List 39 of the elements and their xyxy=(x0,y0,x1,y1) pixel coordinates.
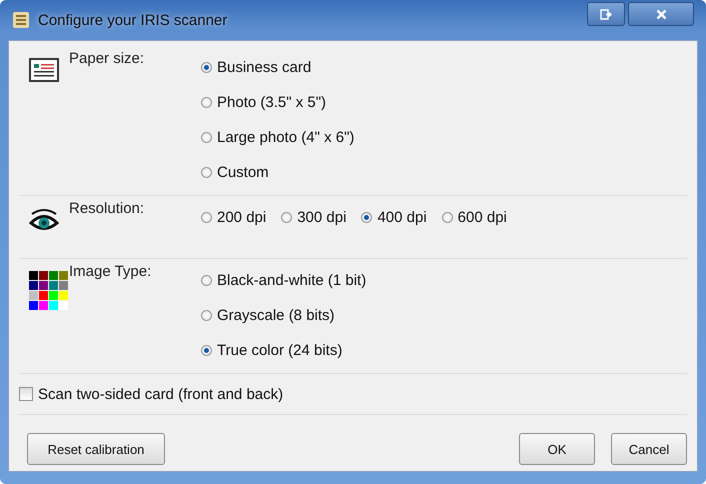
section-label: Image Type: xyxy=(69,262,152,280)
radio-button[interactable] xyxy=(201,132,212,143)
radio-button[interactable] xyxy=(201,212,212,223)
window-title: Configure your IRIS scanner xyxy=(38,12,228,28)
color-palette-icon xyxy=(29,271,69,311)
radio-label[interactable]: Large photo (4" x 6") xyxy=(217,129,354,146)
radio-button[interactable] xyxy=(201,97,212,108)
radio-button[interactable] xyxy=(281,212,292,223)
section-label: Paper size: xyxy=(69,49,144,67)
checkbox[interactable] xyxy=(19,387,33,401)
radio-label[interactable]: 400 dpi xyxy=(377,209,427,226)
radio-label[interactable]: True color (24 bits) xyxy=(217,342,342,359)
radio-label[interactable]: 300 dpi xyxy=(297,209,346,226)
radio-button[interactable] xyxy=(361,212,372,223)
radio-label[interactable]: Grayscale (8 bits) xyxy=(217,307,335,324)
radio-button[interactable] xyxy=(201,167,212,178)
radio-button[interactable] xyxy=(442,212,453,223)
exit-icon xyxy=(600,8,612,20)
radio-button[interactable] xyxy=(201,310,212,321)
business-card-icon xyxy=(29,58,59,82)
radio-label[interactable]: Business card xyxy=(217,59,312,76)
eye-icon xyxy=(29,208,59,232)
close-button[interactable] xyxy=(628,2,694,26)
radio-button[interactable] xyxy=(201,345,212,356)
checkbox-label[interactable]: Scan two-sided card (front and back) xyxy=(38,386,284,402)
radio-label[interactable]: 200 dpi xyxy=(217,209,266,226)
radio-label[interactable]: Photo (3.5" x 5") xyxy=(217,94,326,111)
scanner-app-icon xyxy=(12,11,30,29)
section-label: Resolution: xyxy=(69,199,144,217)
radio-label[interactable]: 600 dpi xyxy=(458,209,507,226)
radio-button[interactable] xyxy=(201,275,212,286)
restore-button[interactable] xyxy=(587,2,625,26)
close-icon xyxy=(656,8,666,20)
radio-button[interactable] xyxy=(201,62,212,73)
radio-label[interactable]: Black-and-white (1 bit) xyxy=(217,272,366,289)
cancel-button[interactable]: Cancel xyxy=(611,433,687,465)
radio-label[interactable]: Custom xyxy=(217,164,269,181)
ok-button[interactable]: OK xyxy=(519,433,595,465)
reset-button[interactable]: Reset calibration xyxy=(27,433,165,465)
